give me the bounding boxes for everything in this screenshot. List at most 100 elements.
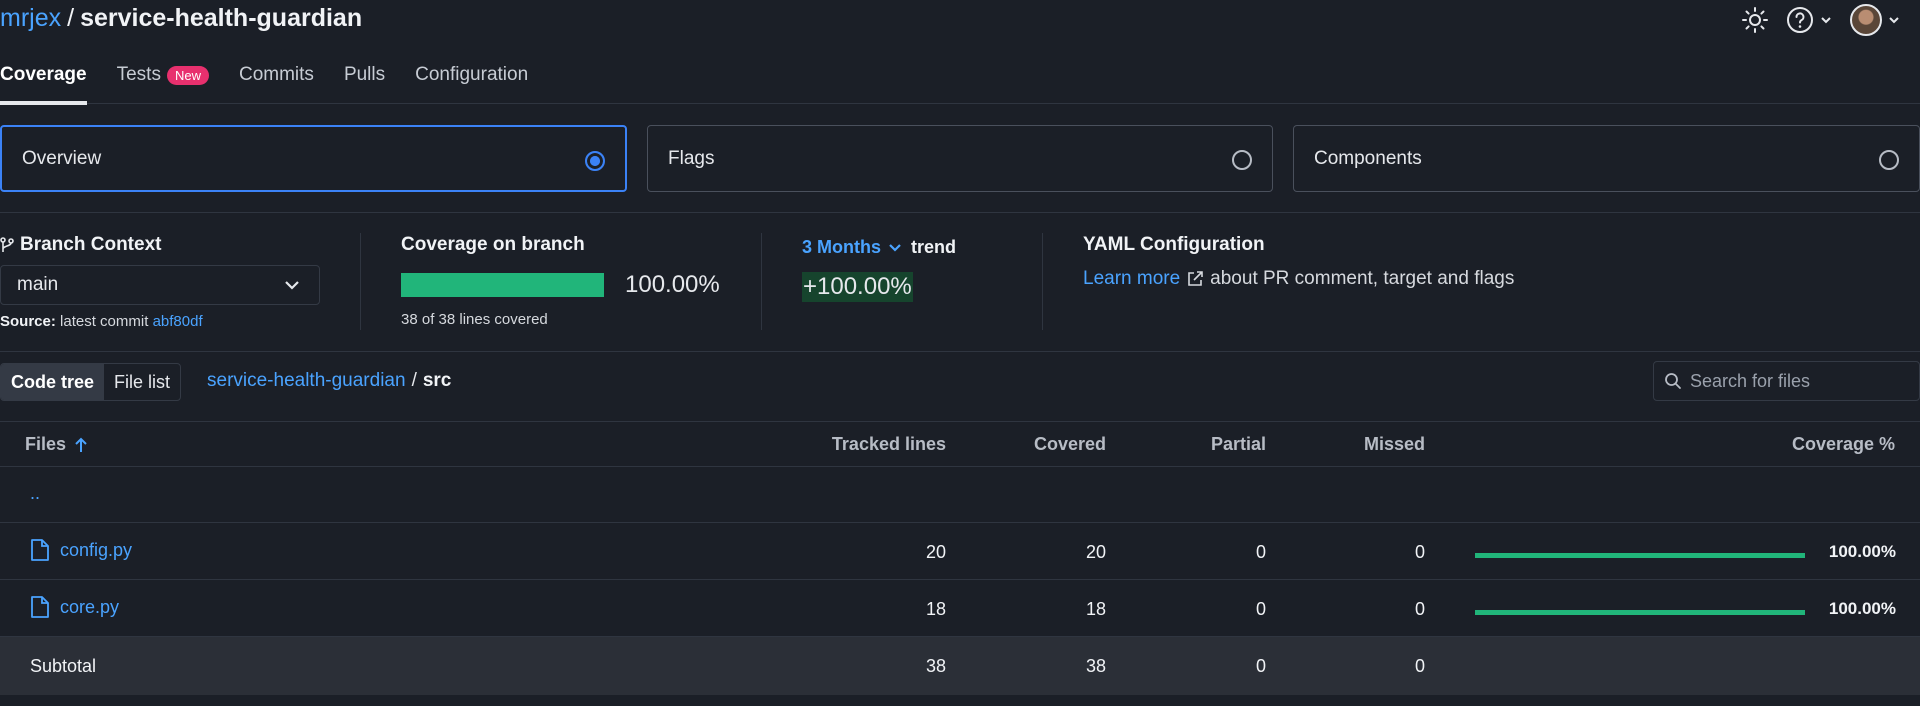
trend-period-select[interactable]: 3 Months <box>802 237 903 258</box>
covered-lines: 18 <box>1085 599 1106 619</box>
tracked-lines: 38 <box>925 656 946 676</box>
chevron-down-icon <box>1889 17 1899 24</box>
file-list-button[interactable]: File list <box>104 364 180 400</box>
tab-pulls[interactable]: Pulls <box>344 64 385 104</box>
repo-title: mrjex / service-health-guardian <box>0 4 362 33</box>
file-icon <box>31 596 49 618</box>
partial-column-header[interactable]: Partial <box>1211 434 1266 455</box>
table-row-parent-dir: .. <box>0 467 1920 523</box>
divider <box>360 233 361 330</box>
repo-name: service-health-guardian <box>80 4 363 32</box>
radio-empty-icon[interactable] <box>1232 150 1252 170</box>
owner-link[interactable]: mrjex <box>0 4 61 32</box>
coverage-bar-fill <box>1475 610 1805 615</box>
coverage-percent: 100.00% <box>1828 599 1896 618</box>
external-link-icon[interactable] <box>1186 270 1204 288</box>
tab-tests[interactable]: Tests New <box>117 64 209 104</box>
branch-context-heading: Branch Context <box>0 234 161 256</box>
arrow-up-icon <box>75 437 87 452</box>
covered-lines: 38 <box>1085 656 1106 676</box>
table-header: Files Tracked lines Covered Partial Miss… <box>0 421 1920 467</box>
file-link-core[interactable]: core.py <box>30 595 119 619</box>
view-components-label: Components <box>1314 147 1422 169</box>
divider <box>761 233 762 330</box>
view-overview-label: Overview <box>22 147 102 169</box>
files-table: Files Tracked lines Covered Partial Miss… <box>0 421 1920 695</box>
coverage-column-header[interactable]: Coverage % <box>1792 434 1895 455</box>
git-branch-icon <box>0 237 14 252</box>
view-selector: Overview Flags Components <box>0 125 1920 192</box>
file-toolbar: Code tree File list service-health-guard… <box>0 352 1920 422</box>
coverage-bar <box>1475 610 1805 615</box>
tab-commits-label: Commits <box>238 64 314 85</box>
coverage-bar <box>1475 553 1805 558</box>
yaml-info: Learn more about PR comment, target and … <box>1083 268 1514 290</box>
tab-pulls-label: Pulls <box>343 64 386 85</box>
table-row: core.py 18 18 0 0 100.00% <box>0 580 1920 637</box>
files-column-header[interactable]: Files <box>25 434 88 455</box>
tab-configuration-label: Configuration <box>415 64 529 85</box>
partial-lines: 0 <box>1255 542 1266 562</box>
coverage-progress-fill <box>401 273 604 297</box>
branch-select[interactable]: main <box>0 265 320 305</box>
file-name: config.py <box>60 539 133 560</box>
tab-configuration[interactable]: Configuration <box>415 64 528 104</box>
file-icon <box>31 539 49 561</box>
file-search <box>1653 361 1920 401</box>
breadcrumb-current: src <box>422 370 452 391</box>
view-card-flags[interactable]: Flags <box>647 125 1273 192</box>
trend-word: trend <box>911 237 956 257</box>
breadcrumb-root-link[interactable]: service-health-guardian <box>207 370 406 391</box>
breadcrumb: service-health-guardian / src <box>207 370 451 392</box>
tracked-lines: 20 <box>925 542 946 562</box>
tracked-column-header[interactable]: Tracked lines <box>832 434 946 455</box>
commit-link[interactable]: abf80df <box>153 313 203 330</box>
lines-covered: 38 of 38 lines covered <box>401 311 548 328</box>
help-menu-button[interactable] <box>1786 6 1832 34</box>
view-card-overview[interactable]: Overview <box>0 125 627 192</box>
tab-tests-label: Tests <box>116 64 161 85</box>
missed-lines: 0 <box>1414 599 1425 619</box>
search-input[interactable] <box>1690 370 1910 392</box>
help-circle-icon <box>1787 7 1813 33</box>
branch-context-label: Branch Context <box>20 234 162 255</box>
header-actions <box>1742 2 1920 38</box>
branch-selected-value: main <box>17 274 59 295</box>
top-bar: mrjex / service-health-guardian <box>0 0 1920 40</box>
theme-toggle-button[interactable] <box>1742 7 1768 33</box>
view-card-components[interactable]: Components <box>1293 125 1920 192</box>
trend-value: +100.00% <box>802 272 913 302</box>
covered-column-header[interactable]: Covered <box>1034 434 1106 455</box>
sun-icon <box>1742 7 1768 33</box>
missed-lines: 0 <box>1414 656 1425 676</box>
tracked-lines: 18 <box>925 599 946 619</box>
source-label: Source: <box>0 313 56 330</box>
coverage-summary: Branch Context main Source: latest commi… <box>0 212 1920 352</box>
learn-more-link[interactable]: Learn more <box>1083 268 1180 290</box>
branch-source: Source: latest commit abf80df <box>0 313 203 330</box>
breadcrumb-separator: / <box>411 370 417 391</box>
tab-commits[interactable]: Commits <box>239 64 314 104</box>
table-row-subtotal: Subtotal 38 38 0 0 <box>0 637 1920 695</box>
parent-dir-link[interactable]: .. <box>30 483 40 504</box>
source-text: latest commit <box>60 313 149 330</box>
code-tree-button[interactable]: Code tree <box>1 364 105 400</box>
missed-column-header[interactable]: Missed <box>1364 434 1425 455</box>
yaml-heading: YAML Configuration <box>1083 234 1265 255</box>
view-flags-label: Flags <box>668 147 715 169</box>
trend-heading: 3 Months trend <box>802 237 956 258</box>
tab-coverage-label: Coverage <box>0 64 87 85</box>
tab-coverage[interactable]: Coverage <box>0 64 87 105</box>
radio-selected-icon[interactable] <box>585 151 605 171</box>
coverage-heading: Coverage on branch <box>401 234 585 255</box>
user-menu-button[interactable] <box>1850 4 1900 36</box>
missed-lines: 0 <box>1414 542 1425 562</box>
yaml-description: about PR comment, target and flags <box>1210 268 1515 289</box>
radio-empty-icon[interactable] <box>1879 150 1899 170</box>
file-link-config[interactable]: config.py <box>30 538 132 562</box>
coverage-progress-bar <box>401 273 604 297</box>
partial-lines: 0 <box>1255 599 1266 619</box>
divider <box>1042 233 1043 330</box>
chevron-down-icon <box>889 243 901 252</box>
view-mode-toggle: Code tree File list <box>0 363 182 401</box>
